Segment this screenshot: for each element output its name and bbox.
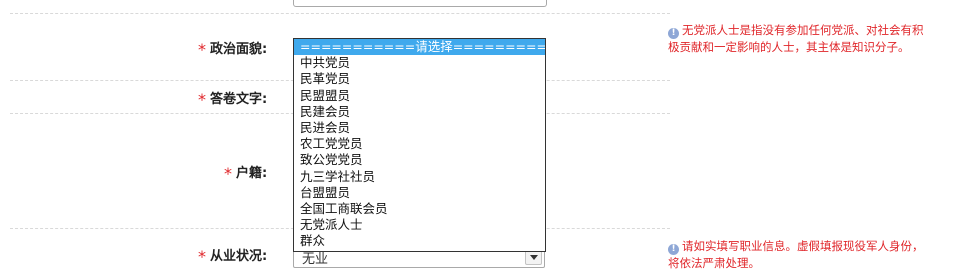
political-status-label: * 政治面貌: (198, 38, 268, 59)
employment-label: * 从业状况: (198, 245, 268, 266)
political-status-hint: ! 无党派人士是指没有参加任何党派、对社会有积极贡献和一定影响的人士，其主体是知识… (668, 22, 933, 55)
required-mark: * (198, 90, 206, 109)
required-mark: * (198, 40, 206, 59)
dropdown-option[interactable]: 全国工商联会员 (294, 201, 545, 217)
previous-field-select[interactable] (293, 0, 547, 7)
dropdown-option[interactable]: 中共党员 (294, 55, 545, 71)
dropdown-option[interactable]: 无党派人士 (294, 217, 545, 233)
employment-hint: ! 请如实填写职业信息。虚假填报现役军人身份，将依法严肃处理。 (668, 238, 928, 271)
dropdown-option[interactable]: 民建会员 (294, 104, 545, 120)
required-mark: * (198, 247, 206, 266)
political-status-hint-text: 无党派人士是指没有参加任何党派、对社会有积极贡献和一定影响的人士，其主体是知识分… (668, 23, 924, 54)
household-label: * 户籍: (224, 162, 268, 183)
answer-language-label-text: 答卷文字: (210, 92, 268, 107)
dropdown-option[interactable]: 台盟盟员 (294, 185, 545, 201)
row-divider (10, 13, 670, 14)
dropdown-option[interactable]: 群众 (294, 233, 545, 249)
info-icon: ! (668, 28, 679, 39)
dropdown-option[interactable]: 民革党员 (294, 71, 545, 87)
info-icon: ! (668, 244, 679, 255)
dropdown-option[interactable]: 致公党党员 (294, 152, 545, 168)
answer-language-label: * 答卷文字: (198, 88, 268, 109)
dropdown-option[interactable]: ===========请选择=========== (294, 39, 545, 56)
dropdown-option[interactable]: 农工党党员 (294, 136, 545, 152)
employment-hint-text: 请如实填写职业信息。虚假填报现役军人身份，将依法严肃处理。 (668, 239, 924, 270)
political-status-label-text: 政治面貌: (210, 42, 268, 57)
political-status-dropdown-list[interactable]: ===========请选择=========== 中共党员 民革党员 民盟盟员… (293, 38, 546, 252)
household-label-text: 户籍: (236, 166, 268, 181)
required-mark: * (224, 164, 232, 183)
employment-label-text: 从业状况: (210, 249, 268, 264)
dropdown-option[interactable]: 民盟盟员 (294, 88, 545, 104)
dropdown-option[interactable]: 民进会员 (294, 120, 545, 136)
dropdown-option[interactable]: 九三学社社员 (294, 169, 545, 185)
